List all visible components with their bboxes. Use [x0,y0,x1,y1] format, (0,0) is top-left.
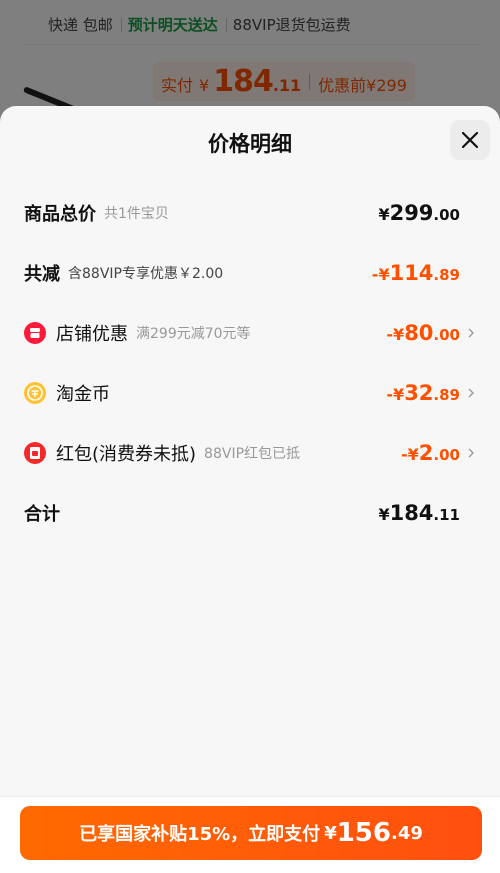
amount-symbol: ¥ [378,505,390,524]
chevron-right-icon [466,388,476,398]
row-amount: -¥ 80 .00 [386,321,460,345]
amount-integer: 114 [389,261,434,285]
amount-decimal: .89 [433,266,460,284]
row-label: 淘金币 [56,384,110,405]
amount-decimal: .00 [433,326,460,344]
row-amount: ¥ 299 .00 [378,201,460,225]
amount-symbol: -¥ [371,265,390,284]
row-amount: ¥ 184 .11 [378,501,460,525]
amount-integer: 80 [404,321,434,345]
price-detail-sheet: 价格明细 商品总价 共1件宝贝 ¥ 299 .00 共减 含88VIP专享优惠￥… [0,106,500,873]
amount-decimal: .11 [433,506,460,524]
amount-symbol: ¥ [378,205,390,224]
amount-symbol: -¥ [401,445,419,464]
close-button[interactable] [450,120,490,160]
row-amount: -¥ 114 .89 [372,261,460,285]
row-label: 商品总价 [24,204,96,225]
pay-amount-integer: 156 [336,818,391,848]
amount-integer: 2 [418,441,434,465]
row-sub: 共1件宝贝 [104,206,169,222]
coin-icon [24,382,46,404]
amount-integer: 184 [389,501,434,525]
row-total-goods: 商品总价 共1件宝贝 ¥ 299 .00 [24,196,476,230]
amount-decimal: .89 [433,386,460,404]
chevron-right-icon [466,448,476,458]
pay-amount-decimal: .49 [391,822,423,844]
row-sub: 满299元减70元等 [136,326,251,342]
amount-integer: 299 [389,201,434,225]
row-total-discount: 共减 含88VIP专享优惠￥2.00 -¥ 114 .89 [24,256,476,290]
row-sub: 含88VIP专享优惠￥2.00 [68,266,224,282]
store-icon [24,322,46,344]
close-icon [461,131,479,149]
amount-integer: 32 [404,381,434,405]
row-label: 合计 [24,504,60,525]
row-store-discount[interactable]: 店铺优惠 满299元减70元等 -¥ 80 .00 [24,316,476,350]
row-amount: -¥ 2 .00 [401,441,460,465]
row-taojinbi[interactable]: 淘金币 -¥ 32 .89 [24,376,476,410]
chevron-right-icon [466,328,476,338]
amount-symbol: -¥ [386,385,405,404]
amount-decimal: .00 [433,206,460,224]
row-label: 店铺优惠 [56,324,128,345]
row-label: 红包(消费券未抵) [56,444,197,465]
pay-now-button[interactable]: 已享国家补贴15%，立即支付 ¥ 156 .49 [20,806,482,860]
row-red-packet[interactable]: 红包(消费券未抵) 88VIP红包已抵 -¥ 2 .00 [24,436,476,470]
sheet-title: 价格明细 [208,132,292,156]
row-grand-total: 合计 ¥ 184 .11 [24,496,476,530]
red-packet-icon [24,442,46,464]
row-label: 共减 [24,264,60,285]
pay-button-text: 已享国家补贴15%，立即支付 [79,824,321,845]
row-sub: 88VIP红包已抵 [204,446,301,462]
amount-symbol: -¥ [386,325,405,344]
row-amount: -¥ 32 .89 [386,381,460,405]
bottom-pay-bar: 已享国家补贴15%，立即支付 ¥ 156 .49 [0,796,500,873]
amount-decimal: .00 [433,446,460,464]
pay-currency-symbol: ¥ [324,822,337,844]
